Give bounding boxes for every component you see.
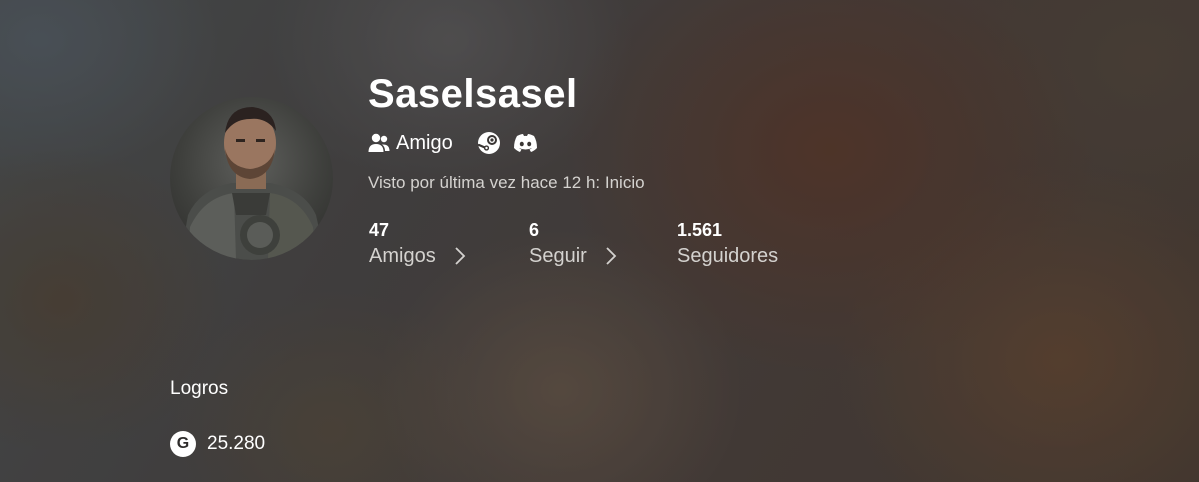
steam-icon[interactable] [477, 131, 501, 155]
followers-stat: 1.561 Seguidores [677, 218, 778, 274]
status-row: Amigo [368, 129, 538, 157]
gamertag: Saselsasel [368, 72, 578, 116]
gamerscore-row: G 25.280 [170, 430, 265, 458]
achievements-title: Logros [170, 378, 229, 399]
friends-label: Amigos [369, 245, 436, 267]
following-stat[interactable]: 6 Seguir [529, 218, 617, 274]
last-seen-text: Visto por última vez hace 12 h: Inicio [368, 173, 645, 192]
avatar-image [180, 107, 326, 260]
following-count: 6 [529, 220, 540, 240]
friends-count: 47 [369, 220, 390, 240]
friends-stat[interactable]: 47 Amigos [369, 218, 466, 274]
friends-icon [368, 133, 390, 152]
following-label: Seguir [529, 245, 587, 267]
discord-icon[interactable] [513, 133, 538, 153]
followers-label: Seguidores [677, 245, 779, 267]
gamerscore-value: 25.280 [207, 433, 266, 454]
gamerscore-icon: G [170, 431, 196, 457]
chevron-right-icon [455, 247, 465, 265]
avatar[interactable] [170, 97, 333, 260]
followers-count: 1.561 [677, 220, 723, 240]
relationship-label: Amigo [396, 132, 453, 154]
chevron-right-icon [606, 247, 617, 265]
